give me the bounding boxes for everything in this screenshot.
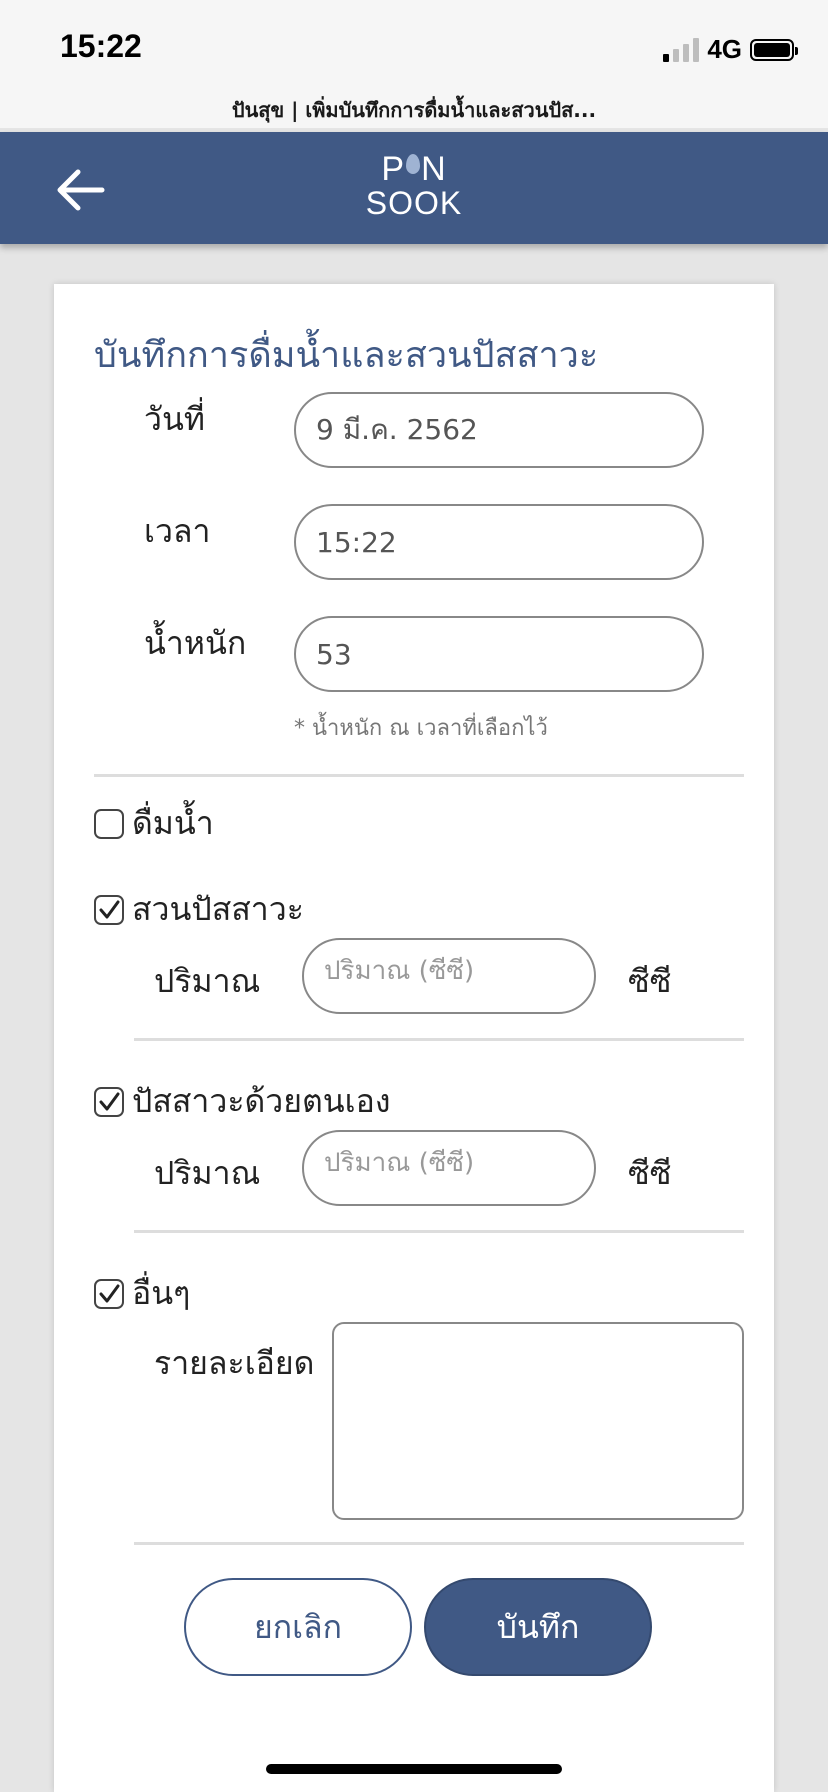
catheter-amount-label: ปริมาณ <box>154 962 261 1000</box>
divider <box>94 774 744 777</box>
detail-textarea[interactable] <box>332 1322 744 1520</box>
date-field[interactable]: 9 มี.ค. 2562 <box>294 392 704 468</box>
network-type: 4G <box>707 34 742 64</box>
status-bar: 15:22 4G ปันสุข | เพิ่มบันทึกการดื่มน้ำแ… <box>0 0 828 128</box>
app-header: PN SOOK <box>0 132 828 244</box>
catheter-amount-input[interactable]: ปริมาณ (ซีซี) <box>302 938 596 1014</box>
time-field[interactable]: 15:22 <box>294 504 704 580</box>
self-urinate-label: ปัสสาวะด้วยตนเอง <box>132 1082 391 1120</box>
self-urinate-amount-input[interactable]: ปริมาณ (ซีซี) <box>302 1130 596 1206</box>
save-button[interactable]: บันทึก <box>424 1578 652 1676</box>
home-indicator[interactable] <box>266 1764 562 1774</box>
form-card: บันทึกการดื่มน้ำและสวนปัสสาวะ วันที่ 9 ม… <box>54 284 774 1792</box>
water-drop-icon <box>406 154 421 174</box>
checkmark-icon <box>99 900 120 918</box>
other-row[interactable]: อื่นๆ <box>94 1268 190 1319</box>
divider <box>134 1038 744 1041</box>
divider <box>134 1542 744 1545</box>
checkmark-icon <box>99 1284 120 1302</box>
self-urinate-row[interactable]: ปัสสาวะด้วยตนเอง <box>94 1076 390 1127</box>
catheter-label: สวนปัสสาวะ <box>132 890 304 928</box>
self-urinate-amount-label: ปริมาณ <box>154 1154 261 1192</box>
punsook-logo: PN SOOK <box>365 150 463 221</box>
detail-label: รายละเอียด <box>154 1344 315 1382</box>
weight-label: น้ำหนัก <box>144 624 247 662</box>
status-time: 15:22 <box>60 28 142 64</box>
status-indicators: 4G <box>663 34 798 65</box>
other-checkbox[interactable] <box>94 1278 124 1309</box>
self-urinate-checkbox[interactable] <box>94 1086 124 1117</box>
catheter-checkbox[interactable] <box>94 894 124 925</box>
time-label: เวลา <box>144 512 211 550</box>
catheter-unit: ซีซี <box>628 962 672 1000</box>
weight-field[interactable]: 53 <box>294 616 704 692</box>
other-label: อื่นๆ <box>132 1274 191 1312</box>
catheter-row[interactable]: สวนปัสสาวะ <box>94 884 304 935</box>
drink-water-label: ดื่มน้ำ <box>132 804 214 842</box>
weight-note: * น้ำหนัก ณ เวลาที่เลือกไว้ <box>294 716 548 741</box>
page-url[interactable]: ปันสุข | เพิ่มบันทึกการดื่มน้ำและสวนปัส.… <box>0 94 828 126</box>
divider <box>134 1230 744 1233</box>
checkmark-icon <box>99 1092 120 1110</box>
signal-icon <box>663 37 700 62</box>
back-arrow-icon[interactable] <box>56 168 106 212</box>
date-label: วันที่ <box>144 400 205 438</box>
self-urinate-unit: ซีซี <box>628 1154 672 1192</box>
battery-icon <box>750 38 798 61</box>
form-title: บันทึกการดื่มน้ำและสวนปัสสาวะ <box>94 335 599 376</box>
drink-water-checkbox[interactable] <box>94 808 124 839</box>
drink-water-row[interactable]: ดื่มน้ำ <box>94 798 214 849</box>
cancel-button[interactable]: ยกเลิก <box>184 1578 412 1676</box>
